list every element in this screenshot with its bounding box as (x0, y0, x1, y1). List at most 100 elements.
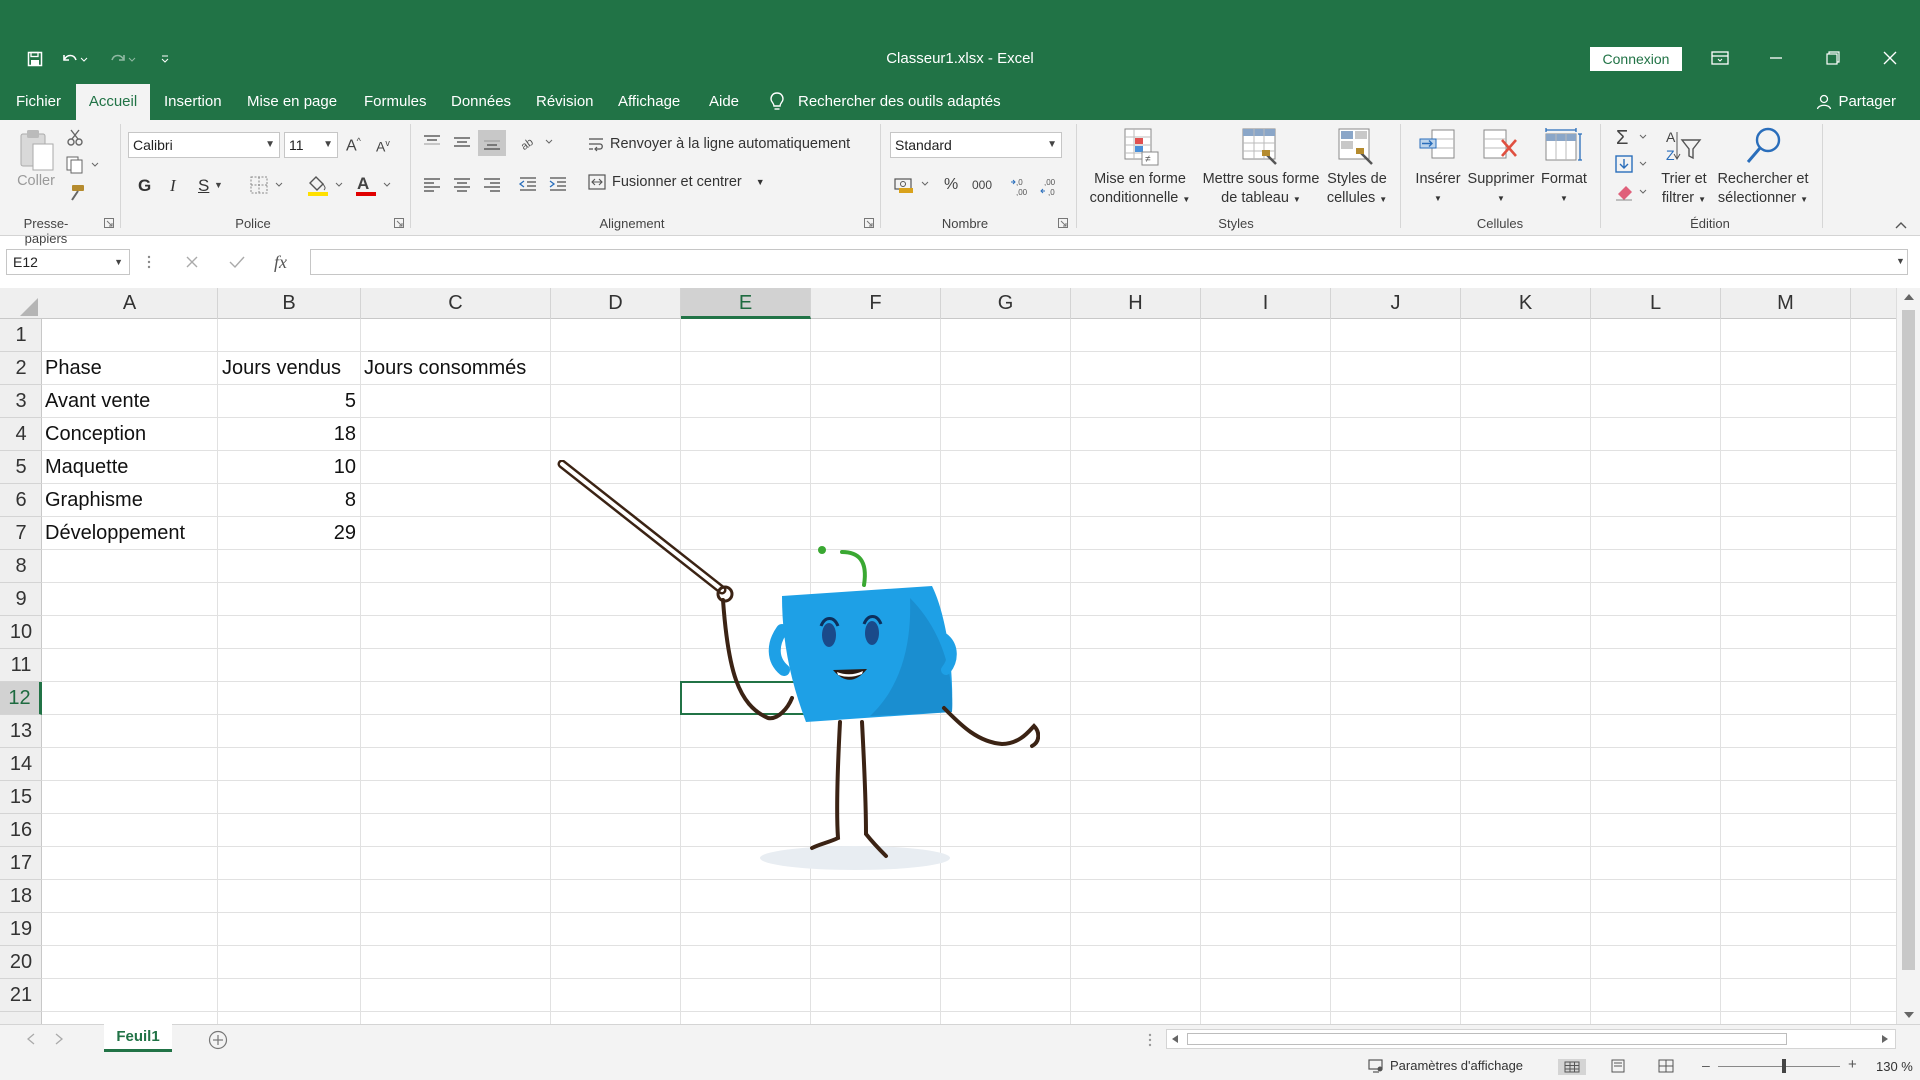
align-center-icon[interactable] (452, 176, 472, 192)
row-header[interactable]: 13 (0, 715, 42, 748)
new-sheet-icon[interactable] (208, 1030, 228, 1050)
cell-a2[interactable]: Phase (45, 352, 215, 385)
decrease-indent-icon[interactable] (518, 176, 538, 192)
increase-indent-icon[interactable] (548, 176, 568, 192)
orientation-icon[interactable]: ab (520, 134, 556, 150)
tab-affichage[interactable]: Affichage (618, 84, 680, 120)
paste-icon[interactable] (18, 128, 56, 172)
bold-button[interactable]: G (138, 176, 151, 196)
column-header-d[interactable]: D (551, 288, 681, 319)
tab-revision[interactable]: Révision (536, 84, 594, 120)
row-header[interactable]: 21 (0, 979, 42, 1012)
format-painter-icon[interactable] (66, 184, 86, 202)
conditional-formatting-icon[interactable]: ≠ (1124, 128, 1160, 166)
confirm-entry-icon[interactable] (228, 254, 246, 270)
horizontal-scrollbar[interactable] (1166, 1029, 1896, 1049)
cut-icon[interactable] (66, 128, 84, 146)
row-header-selected[interactable]: 12 (0, 682, 42, 715)
scroll-down-icon[interactable] (1903, 1010, 1915, 1020)
name-box[interactable]: E12 ▼ (6, 249, 130, 275)
tab-splitter-icon[interactable] (1148, 1032, 1152, 1048)
clipboard-launcher-icon[interactable] (104, 218, 114, 228)
align-left-icon[interactable] (422, 176, 442, 192)
cell-styles-icon[interactable] (1338, 128, 1376, 166)
cell-a3[interactable]: Avant vente (45, 385, 215, 418)
row-header[interactable]: 17 (0, 847, 42, 880)
accounting-format-icon[interactable] (894, 176, 934, 194)
column-header-e[interactable]: E (681, 288, 811, 319)
column-header-j[interactable]: J (1331, 288, 1461, 319)
increase-font-icon[interactable]: A^ (346, 136, 361, 155)
insert-cells-button[interactable]: Insérer ▼ (1410, 170, 1466, 208)
ribbon-display-options-icon[interactable] (1700, 44, 1740, 72)
sort-filter-button[interactable]: Trier et filtrer ▼ (1654, 170, 1714, 209)
restore-icon[interactable] (1813, 44, 1853, 72)
cell-styles-label[interactable]: Styles de cellules ▼ (1318, 170, 1396, 209)
autosum-icon[interactable]: Σ (1614, 126, 1650, 148)
format-cells-icon[interactable] (1544, 128, 1582, 166)
cell-a6[interactable]: Graphisme (45, 484, 215, 517)
cell-a4[interactable]: Conception (45, 418, 215, 451)
decrease-font-icon[interactable]: Av (376, 138, 390, 155)
cell-b5[interactable]: 10 (218, 451, 356, 484)
horizontal-scroll-thumb[interactable] (1187, 1033, 1787, 1045)
sort-filter-icon[interactable]: AZ (1664, 128, 1704, 166)
row-header[interactable]: 1 (0, 319, 42, 352)
cell-b6[interactable]: 8 (218, 484, 356, 517)
more-options-icon[interactable] (146, 254, 152, 270)
column-header-m[interactable]: M (1721, 288, 1851, 319)
increase-decimal-icon[interactable]: ,0,00 (1010, 176, 1032, 196)
cell-b4[interactable]: 18 (218, 418, 356, 451)
align-right-icon[interactable] (482, 176, 502, 192)
insert-function-button[interactable]: fx (274, 252, 287, 273)
find-select-icon[interactable] (1744, 126, 1784, 166)
delete-cells-button[interactable]: Supprimer ▼ (1466, 170, 1536, 208)
tab-aide[interactable]: Aide (709, 84, 739, 120)
row-header[interactable]: 20 (0, 946, 42, 979)
row-header[interactable]: 5 (0, 451, 42, 484)
row-header[interactable]: 19 (0, 913, 42, 946)
share-button[interactable]: Partager (1816, 84, 1896, 120)
tab-insertion[interactable]: Insertion (164, 84, 222, 120)
italic-button[interactable]: I (170, 176, 176, 196)
underline-button[interactable]: S (198, 176, 209, 196)
tab-accueil[interactable]: Accueil (76, 84, 150, 120)
cell-c2[interactable]: Jours consommés (364, 352, 550, 385)
select-all-button[interactable] (0, 288, 42, 319)
chevron-down-icon[interactable]: ▼ (214, 180, 223, 190)
tell-me-search[interactable]: Rechercher des outils adaptés (770, 84, 1001, 120)
font-size-combo[interactable]: 11 ▼ (284, 132, 338, 158)
zoom-in-button[interactable]: + (1848, 1056, 1857, 1073)
column-header-g[interactable]: G (941, 288, 1071, 319)
number-format-combo[interactable]: Standard ▼ (890, 132, 1062, 158)
expand-formula-bar-icon[interactable]: ▼ (1896, 256, 1905, 266)
format-as-table-label[interactable]: Mettre sous forme de tableau ▼ (1196, 170, 1326, 209)
cell-b2[interactable]: Jours vendus (222, 352, 360, 385)
merge-center-button[interactable]: Fusionner et centrer ▼ (588, 174, 765, 190)
cell-b7[interactable]: 29 (218, 517, 356, 550)
zoom-level[interactable]: 130 % (1876, 1059, 1913, 1074)
insert-cells-icon[interactable] (1418, 128, 1456, 166)
row-header[interactable]: 3 (0, 385, 42, 418)
zoom-slider-thumb[interactable] (1782, 1059, 1786, 1073)
decrease-decimal-icon[interactable]: ,00,0 (1040, 176, 1062, 196)
cancel-entry-icon[interactable] (184, 254, 200, 270)
alignment-launcher-icon[interactable] (864, 218, 874, 228)
row-header[interactable]: 8 (0, 550, 42, 583)
normal-view-icon[interactable] (1558, 1059, 1586, 1075)
format-as-table-icon[interactable] (1242, 128, 1280, 166)
row-header[interactable]: 6 (0, 484, 42, 517)
align-bottom-icon[interactable] (478, 130, 506, 156)
align-top-icon[interactable] (422, 134, 442, 150)
borders-icon[interactable] (250, 176, 284, 194)
scroll-left-icon[interactable] (1171, 1034, 1179, 1044)
font-name-combo[interactable]: Calibri ▼ (128, 132, 280, 158)
zoom-out-button[interactable]: – (1702, 1057, 1710, 1073)
delete-cells-icon[interactable] (1482, 128, 1520, 166)
sheet-tab-feuil1[interactable]: Feuil1 (104, 1024, 172, 1052)
find-select-button[interactable]: Rechercher et sélectionner ▼ (1714, 170, 1812, 209)
tab-fichier[interactable]: Fichier (16, 84, 61, 120)
collapse-ribbon-icon[interactable] (1894, 220, 1908, 230)
comma-style-icon[interactable]: 000 (972, 178, 992, 192)
column-header-b[interactable]: B (218, 288, 361, 319)
